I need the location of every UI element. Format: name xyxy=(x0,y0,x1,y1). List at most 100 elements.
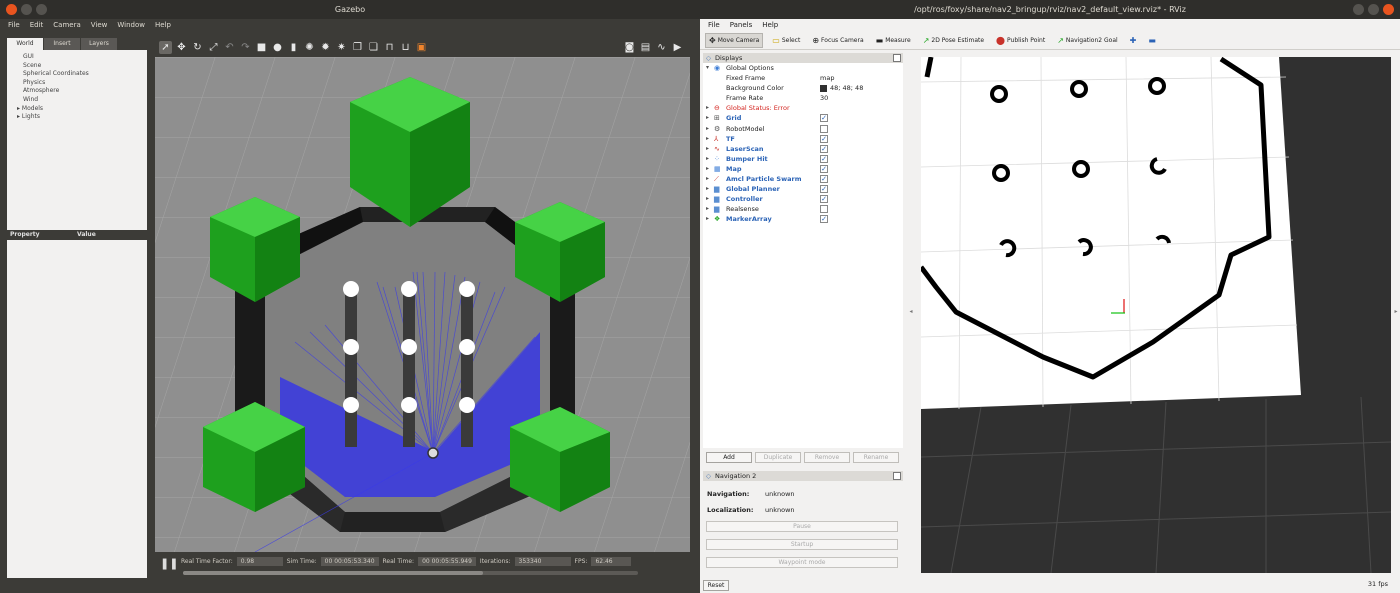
maximize-icon[interactable] xyxy=(1368,4,1379,15)
menu-window[interactable]: Window xyxy=(117,19,145,31)
world-tree-item[interactable]: Spherical Coordinates xyxy=(17,70,147,79)
display-row[interactable]: Fixed Frame map xyxy=(703,73,903,83)
add-tool-button[interactable]: ✚ xyxy=(1127,33,1140,48)
minimize-icon[interactable] xyxy=(1353,4,1364,15)
plot-icon[interactable]: ∿ xyxy=(655,41,668,54)
display-row[interactable]: ▸ ⁘ Bumper Hit ✓ xyxy=(703,154,903,164)
translate-icon[interactable]: ✥ xyxy=(175,41,188,54)
startup-button[interactable]: Startup xyxy=(706,539,898,550)
display-enable-checkbox[interactable]: ✓ xyxy=(820,185,828,194)
box-shape-icon[interactable]: ■ xyxy=(255,41,268,54)
timeline-scrollbar[interactable] xyxy=(183,571,638,575)
display-value[interactable]: map xyxy=(820,73,834,83)
display-value[interactable]: 30 xyxy=(820,93,828,103)
expand-arrow-icon[interactable]: ▸ xyxy=(706,124,709,134)
display-enable-checkbox[interactable]: ✓ xyxy=(820,164,828,173)
menu-file[interactable]: File xyxy=(8,19,20,31)
panel-close-icon[interactable] xyxy=(893,54,901,62)
world-tree-item[interactable]: Models xyxy=(17,105,147,114)
minimize-icon[interactable] xyxy=(21,4,32,15)
display-enable-checkbox[interactable]: ✓ xyxy=(820,114,828,123)
cylinder-shape-icon[interactable]: ▮ xyxy=(287,41,300,54)
world-tree-item[interactable]: GUI xyxy=(17,53,147,62)
world-tree-item[interactable]: Atmosphere xyxy=(17,87,147,96)
expand-arrow-icon[interactable]: ▸ xyxy=(706,174,709,184)
world-tree-item[interactable]: Physics xyxy=(17,79,147,88)
display-enable-checkbox[interactable] xyxy=(820,205,828,214)
gazebo-3d-viewport[interactable] xyxy=(155,57,690,552)
expand-arrow-icon[interactable]: ▸ xyxy=(706,154,709,164)
sphere-shape-icon[interactable]: ● xyxy=(271,41,284,54)
screenshot-icon[interactable]: ◙ xyxy=(623,41,636,54)
video-icon[interactable]: ▶ xyxy=(671,41,684,54)
redo-icon[interactable]: ↷ xyxy=(239,41,252,54)
pause-button[interactable]: Pause xyxy=(706,521,898,532)
reset-button[interactable]: Reset xyxy=(703,580,729,591)
display-row[interactable]: ▸ ▆ Realsense xyxy=(703,204,903,214)
close-icon[interactable] xyxy=(6,4,17,15)
scale-icon[interactable]: ⤢ xyxy=(207,41,220,54)
add-button[interactable]: Add xyxy=(706,452,752,463)
world-tree-item[interactable]: Wind xyxy=(17,96,147,105)
select-tool[interactable]: ▭ Select xyxy=(769,33,803,48)
nav2-goal-tool[interactable]: ↗ Navigation2 Goal xyxy=(1054,33,1120,48)
pose-estimate-tool[interactable]: ↗ 2D Pose Estimate xyxy=(920,33,987,48)
world-tree-item[interactable]: Lights xyxy=(17,113,147,122)
focus-camera-tool[interactable]: ⊕ Focus Camera xyxy=(809,33,866,48)
panel-close-icon[interactable] xyxy=(893,472,901,480)
expand-arrow-icon[interactable]: ▸ xyxy=(706,204,709,214)
move-camera-tool[interactable]: ✥ Move Camera xyxy=(705,32,764,48)
collapse-left-icon[interactable]: ◂ xyxy=(907,308,915,315)
publish-point-tool[interactable]: ⬤ Publish Point xyxy=(993,33,1048,48)
collapse-right-icon[interactable]: ▸ xyxy=(1392,308,1400,315)
display-enable-checkbox[interactable]: ✓ xyxy=(820,195,828,204)
display-row[interactable]: ▸ ⚙ RobotModel xyxy=(703,124,903,134)
spot-light-icon[interactable]: ✹ xyxy=(319,41,332,54)
close-icon[interactable] xyxy=(1383,4,1394,15)
expand-arrow-icon[interactable]: ▸ xyxy=(706,103,709,113)
display-enable-checkbox[interactable]: ✓ xyxy=(820,134,828,143)
display-row[interactable]: ▸ ⅄ TF ✓ xyxy=(703,134,903,144)
display-value[interactable]: 48; 48; 48 xyxy=(830,83,863,93)
display-row[interactable]: ▸ ▆ Controller ✓ xyxy=(703,194,903,204)
directional-light-icon[interactable]: ✷ xyxy=(335,41,348,54)
display-row[interactable]: ▸ ⊖ Global Status: Error xyxy=(703,103,903,113)
expand-arrow-icon[interactable]: ▸ xyxy=(706,194,709,204)
rotate-icon[interactable]: ↻ xyxy=(191,41,204,54)
menu-camera[interactable]: Camera xyxy=(53,19,80,31)
point-light-icon[interactable]: ✺ xyxy=(303,41,316,54)
expand-arrow-icon[interactable]: ▸ xyxy=(706,134,709,144)
display-row[interactable]: Background Color 48; 48; 48 xyxy=(703,83,903,93)
tab-layers[interactable]: Layers xyxy=(81,38,117,50)
maximize-icon[interactable] xyxy=(36,4,47,15)
display-row[interactable]: ▸ ❖ MarkerArray ✓ xyxy=(703,214,903,224)
measure-tool[interactable]: ▬ Measure xyxy=(873,33,914,48)
duplicate-button[interactable]: Duplicate xyxy=(755,452,801,463)
waypoint-mode-button[interactable]: Waypoint mode xyxy=(706,557,898,568)
display-row[interactable]: ▸ ⊞ Grid ✓ xyxy=(703,113,903,123)
menu-panels[interactable]: Panels xyxy=(730,19,753,31)
tab-world[interactable]: World xyxy=(7,38,43,50)
world-tree-item[interactable]: Scene xyxy=(17,62,147,71)
display-row[interactable]: ▸ ▆ Global Planner ✓ xyxy=(703,184,903,194)
expand-arrow-icon[interactable]: ▸ xyxy=(706,214,709,224)
menu-edit[interactable]: Edit xyxy=(30,19,44,31)
display-row[interactable]: ▸ ⟋ Amcl Particle Swarm ✓ xyxy=(703,174,903,184)
remove-button[interactable]: Remove xyxy=(804,452,850,463)
display-enable-checkbox[interactable]: ✓ xyxy=(820,144,828,153)
display-row[interactable]: Frame Rate 30 xyxy=(703,93,903,103)
rviz-3d-view[interactable] xyxy=(921,57,1391,573)
display-row[interactable]: ▸ ∿ LaserScan ✓ xyxy=(703,144,903,154)
display-enable-checkbox[interactable]: ✓ xyxy=(820,215,828,224)
menu-help[interactable]: Help xyxy=(762,19,778,31)
tab-insert[interactable]: Insert xyxy=(44,38,80,50)
display-enable-checkbox[interactable]: ✓ xyxy=(820,175,828,184)
rename-button[interactable]: Rename xyxy=(853,452,899,463)
display-enable-checkbox[interactable]: ✓ xyxy=(820,154,828,163)
expand-arrow-icon[interactable]: ▸ xyxy=(706,144,709,154)
menu-view[interactable]: View xyxy=(91,19,108,31)
pause-icon[interactable]: ❚❚ xyxy=(160,557,178,570)
select-arrow-icon[interactable]: ➚ xyxy=(159,41,172,54)
undo-icon[interactable]: ↶ xyxy=(223,41,236,54)
expand-arrow-icon[interactable]: ▸ xyxy=(706,184,709,194)
